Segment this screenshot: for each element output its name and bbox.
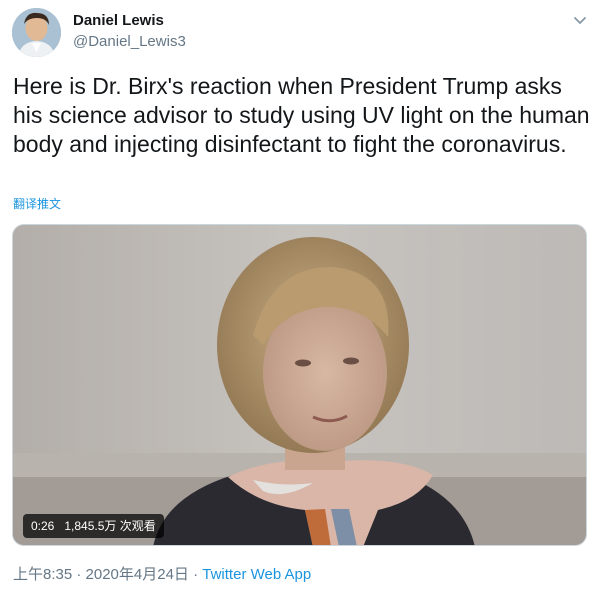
tweet-meta: 上午8:35 · 2020年4月24日 · Twitter Web App <box>13 563 311 584</box>
chevron-down-icon[interactable] <box>572 12 588 28</box>
tweet-timestamp[interactable]: 上午8:35 · 2020年4月24日 <box>13 566 189 583</box>
video-frame <box>13 225 586 545</box>
avatar[interactable] <box>12 8 61 57</box>
tweet-text: Here is Dr. Birx's reaction when Preside… <box>13 73 590 157</box>
video-view-count: 1,845.5万 次观看 <box>64 519 156 533</box>
video-player[interactable]: 0:26 1,845.5万 次观看 <box>12 224 587 546</box>
handle[interactable]: @Daniel_Lewis3 <box>73 33 186 50</box>
video-info-badge: 0:26 1,845.5万 次观看 <box>23 514 164 538</box>
video-duration: 0:26 <box>31 519 55 533</box>
meta-separator: · <box>193 566 199 583</box>
translate-tweet-link[interactable]: 翻译推文 <box>13 195 61 212</box>
avatar-image <box>12 8 61 57</box>
display-name[interactable]: Daniel Lewis <box>73 12 164 29</box>
tweet-source-link[interactable]: Twitter Web App <box>202 566 311 583</box>
